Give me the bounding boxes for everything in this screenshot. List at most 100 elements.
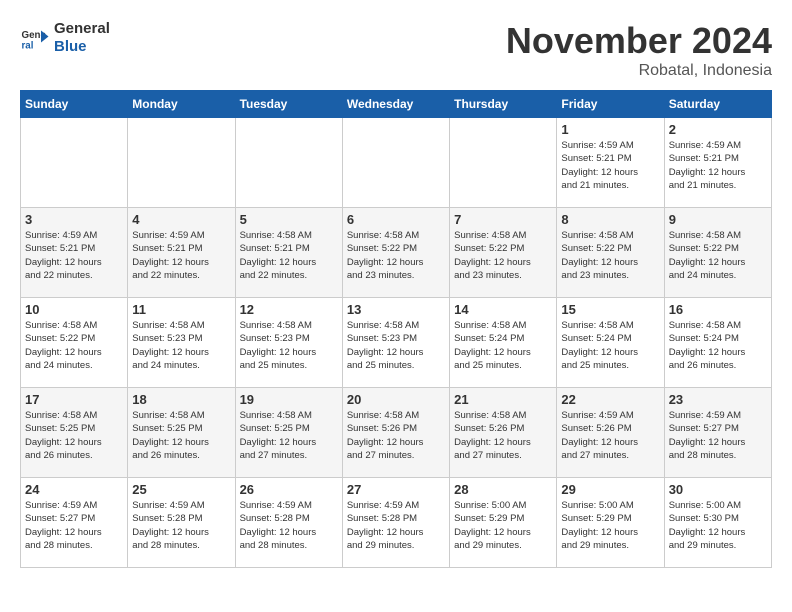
- day-info: Sunrise: 4:59 AM Sunset: 5:21 PM Dayligh…: [561, 139, 659, 192]
- day-info: Sunrise: 4:58 AM Sunset: 5:25 PM Dayligh…: [240, 409, 338, 462]
- day-info: Sunrise: 4:59 AM Sunset: 5:27 PM Dayligh…: [25, 499, 123, 552]
- day-info: Sunrise: 4:58 AM Sunset: 5:26 PM Dayligh…: [347, 409, 445, 462]
- day-info: Sunrise: 4:59 AM Sunset: 5:21 PM Dayligh…: [25, 229, 123, 282]
- day-info: Sunrise: 4:58 AM Sunset: 5:24 PM Dayligh…: [454, 319, 552, 372]
- day-info: Sunrise: 4:58 AM Sunset: 5:25 PM Dayligh…: [132, 409, 230, 462]
- weekday-header-monday: Monday: [128, 91, 235, 118]
- logo-line1: General: [54, 20, 110, 38]
- day-number: 30: [669, 482, 767, 497]
- day-cell: 25 Sunrise: 4:59 AM Sunset: 5:28 PM Dayli…: [128, 478, 235, 568]
- day-cell: 26Sunrise: 4:59 AM Sunset: 5:28 PM Dayli…: [235, 478, 342, 568]
- day-cell: 13 Sunrise: 4:58 AM Sunset: 5:23 PM Dayli…: [342, 298, 449, 388]
- day-number: 12: [240, 302, 338, 317]
- day-number: 19: [240, 392, 338, 407]
- weekday-header-saturday: Saturday: [664, 91, 771, 118]
- day-info: Sunrise: 5:00 AM Sunset: 5:30 PM Dayligh…: [669, 499, 767, 552]
- day-info: Sunrise: 4:59 AM Sunset: 5:26 PM Dayligh…: [561, 409, 659, 462]
- day-info: Sunrise: 4:59 AM Sunset: 5:21 PM Dayligh…: [669, 139, 767, 192]
- day-number: 27: [347, 482, 445, 497]
- day-number: 20: [347, 392, 445, 407]
- day-number: 2: [669, 122, 767, 137]
- day-cell: 2 Sunrise: 4:59 AM Sunset: 5:21 PM Daylig…: [664, 118, 771, 208]
- weekday-header-row: SundayMondayTuesdayWednesdayThursdayFrid…: [21, 91, 772, 118]
- day-info: Sunrise: 4:58 AM Sunset: 5:22 PM Dayligh…: [669, 229, 767, 282]
- day-number: 8: [561, 212, 659, 227]
- logo-line2: Blue: [54, 38, 110, 56]
- week-row-5: 24 Sunrise: 4:59 AM Sunset: 5:27 PM Dayli…: [21, 478, 772, 568]
- day-cell: 9 Sunrise: 4:58 AM Sunset: 5:22 PM Daylig…: [664, 208, 771, 298]
- day-number: 11: [132, 302, 230, 317]
- day-cell: 22Sunrise: 4:59 AM Sunset: 5:26 PM Dayli…: [557, 388, 664, 478]
- day-cell: 23 Sunrise: 4:59 AM Sunset: 5:27 PM Dayli…: [664, 388, 771, 478]
- day-number: 15: [561, 302, 659, 317]
- header: Gene ral General Blue November 2024 Roba…: [20, 20, 772, 80]
- day-info: Sunrise: 4:58 AM Sunset: 5:21 PM Dayligh…: [240, 229, 338, 282]
- day-info: Sunrise: 4:58 AM Sunset: 5:23 PM Dayligh…: [132, 319, 230, 372]
- title-area: November 2024 Robatal, Indonesia: [506, 20, 772, 80]
- day-cell: 10Sunrise: 4:58 AM Sunset: 5:22 PM Dayli…: [21, 298, 128, 388]
- day-number: 24: [25, 482, 123, 497]
- day-cell: 29Sunrise: 5:00 AM Sunset: 5:29 PM Dayli…: [557, 478, 664, 568]
- day-cell: 28 Sunrise: 5:00 AM Sunset: 5:29 PM Dayli…: [450, 478, 557, 568]
- day-number: 5: [240, 212, 338, 227]
- day-cell: 7 Sunrise: 4:58 AM Sunset: 5:22 PM Daylig…: [450, 208, 557, 298]
- day-info: Sunrise: 4:59 AM Sunset: 5:28 PM Dayligh…: [347, 499, 445, 552]
- day-number: 26: [240, 482, 338, 497]
- day-number: 28: [454, 482, 552, 497]
- week-row-1: 1 Sunrise: 4:59 AM Sunset: 5:21 PM Daylig…: [21, 118, 772, 208]
- logo: Gene ral General Blue: [20, 20, 110, 56]
- day-number: 1: [561, 122, 659, 137]
- day-cell: 18 Sunrise: 4:58 AM Sunset: 5:25 PM Dayli…: [128, 388, 235, 478]
- day-info: Sunrise: 4:58 AM Sunset: 5:22 PM Dayligh…: [561, 229, 659, 282]
- day-cell: 5 Sunrise: 4:58 AM Sunset: 5:21 PM Daylig…: [235, 208, 342, 298]
- week-row-4: 17 Sunrise: 4:58 AM Sunset: 5:25 PM Dayli…: [21, 388, 772, 478]
- day-number: 3: [25, 212, 123, 227]
- day-number: 23: [669, 392, 767, 407]
- day-cell: 4Sunrise: 4:59 AM Sunset: 5:21 PM Daylig…: [128, 208, 235, 298]
- day-info: Sunrise: 4:58 AM Sunset: 5:22 PM Dayligh…: [454, 229, 552, 282]
- weekday-header-tuesday: Tuesday: [235, 91, 342, 118]
- day-cell: 21Sunrise: 4:58 AM Sunset: 5:26 PM Dayli…: [450, 388, 557, 478]
- day-info: Sunrise: 4:58 AM Sunset: 5:23 PM Dayligh…: [240, 319, 338, 372]
- weekday-header-thursday: Thursday: [450, 91, 557, 118]
- day-number: 4: [132, 212, 230, 227]
- svg-text:ral: ral: [22, 41, 34, 52]
- week-row-2: 3 Sunrise: 4:59 AM Sunset: 5:21 PM Daylig…: [21, 208, 772, 298]
- weekday-header-friday: Friday: [557, 91, 664, 118]
- day-number: 16: [669, 302, 767, 317]
- day-info: Sunrise: 4:59 AM Sunset: 5:28 PM Dayligh…: [132, 499, 230, 552]
- day-number: 29: [561, 482, 659, 497]
- day-info: Sunrise: 5:00 AM Sunset: 5:29 PM Dayligh…: [454, 499, 552, 552]
- day-cell: 17 Sunrise: 4:58 AM Sunset: 5:25 PM Dayli…: [21, 388, 128, 478]
- day-number: 18: [132, 392, 230, 407]
- day-number: 25: [132, 482, 230, 497]
- calendar-table: SundayMondayTuesdayWednesdayThursdayFrid…: [20, 90, 772, 568]
- day-cell: 6 Sunrise: 4:58 AM Sunset: 5:22 PM Daylig…: [342, 208, 449, 298]
- day-cell: [342, 118, 449, 208]
- day-cell: 30 Sunrise: 5:00 AM Sunset: 5:30 PM Dayli…: [664, 478, 771, 568]
- day-cell: 1 Sunrise: 4:59 AM Sunset: 5:21 PM Daylig…: [557, 118, 664, 208]
- month-title: November 2024: [506, 20, 772, 62]
- day-cell: [21, 118, 128, 208]
- day-number: 17: [25, 392, 123, 407]
- day-number: 6: [347, 212, 445, 227]
- day-number: 13: [347, 302, 445, 317]
- day-cell: 11 Sunrise: 4:58 AM Sunset: 5:23 PM Dayli…: [128, 298, 235, 388]
- day-cell: 16Sunrise: 4:58 AM Sunset: 5:24 PM Dayli…: [664, 298, 771, 388]
- day-cell: [128, 118, 235, 208]
- day-cell: 24 Sunrise: 4:59 AM Sunset: 5:27 PM Dayli…: [21, 478, 128, 568]
- location-title: Robatal, Indonesia: [506, 62, 772, 80]
- day-number: 7: [454, 212, 552, 227]
- day-info: Sunrise: 4:58 AM Sunset: 5:26 PM Dayligh…: [454, 409, 552, 462]
- day-number: 9: [669, 212, 767, 227]
- day-cell: 20 Sunrise: 4:58 AM Sunset: 5:26 PM Dayli…: [342, 388, 449, 478]
- day-cell: 19 Sunrise: 4:58 AM Sunset: 5:25 PM Dayli…: [235, 388, 342, 478]
- weekday-header-wednesday: Wednesday: [342, 91, 449, 118]
- day-info: Sunrise: 4:59 AM Sunset: 5:27 PM Dayligh…: [669, 409, 767, 462]
- day-info: Sunrise: 4:58 AM Sunset: 5:23 PM Dayligh…: [347, 319, 445, 372]
- week-row-3: 10Sunrise: 4:58 AM Sunset: 5:22 PM Dayli…: [21, 298, 772, 388]
- day-info: Sunrise: 4:58 AM Sunset: 5:22 PM Dayligh…: [347, 229, 445, 282]
- day-cell: 27 Sunrise: 4:59 AM Sunset: 5:28 PM Dayli…: [342, 478, 449, 568]
- weekday-header-sunday: Sunday: [21, 91, 128, 118]
- day-info: Sunrise: 4:58 AM Sunset: 5:25 PM Dayligh…: [25, 409, 123, 462]
